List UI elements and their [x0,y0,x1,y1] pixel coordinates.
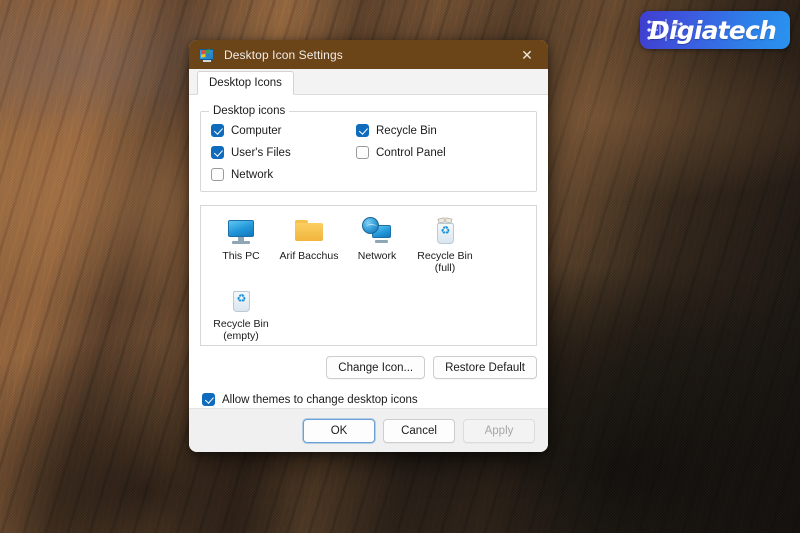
checkbox-users-files[interactable]: User's Files [211,146,356,159]
checkbox-control-panel-label: Control Panel [376,146,446,159]
groupbox-legend: Desktop icons [209,105,290,117]
change-icon-button[interactable]: Change Icon... [326,356,426,379]
preview-icon-label: Network [357,250,397,262]
preview-icon-label: This PC [222,250,260,262]
checkbox-users-files-label: User's Files [231,146,291,159]
preview-icon-user-folder[interactable]: Arif Bacchus [275,216,343,278]
ok-button[interactable]: OK [303,418,375,443]
allow-themes-checkbox[interactable]: Allow themes to change desktop icons [200,393,537,406]
desktop-icon-settings-dialog: Desktop Icon Settings ✕ Desktop Icons De… [189,40,548,452]
checkbox-control-panel-box[interactable] [356,146,369,159]
checkbox-recycle-bin-label: Recycle Bin [376,124,437,137]
digiatech-logo: Digiatech [640,11,790,49]
checkbox-recycle-bin[interactable]: Recycle Bin [356,124,526,137]
network-icon [361,216,393,248]
dialog-titlebar[interactable]: Desktop Icon Settings ✕ [189,40,548,69]
desktop-icons-groupbox: Desktop icons Computer Recycle Bin User'… [200,105,537,192]
preview-icon-recycle-bin-full[interactable]: ♻ Recycle Bin (full) [411,216,479,278]
desktop-settings-icon [199,47,215,63]
checkbox-network-label: Network [231,168,274,181]
preview-icon-label: Recycle Bin (full) [417,250,473,274]
checkbox-recycle-bin-box[interactable] [356,124,369,137]
dialog-content: Desktop icons Computer Recycle Bin User'… [189,95,548,408]
checkbox-computer-label: Computer [231,124,282,137]
user-folder-icon [293,216,325,248]
cancel-button[interactable]: Cancel [383,418,455,443]
this-pc-icon [225,216,257,248]
logo-wordmark: Digiatech [649,15,777,45]
preview-icon-this-pc[interactable]: This PC [207,216,275,278]
checkbox-network-box[interactable] [211,168,224,181]
recycle-bin-full-icon: ♻ [429,216,461,248]
allow-themes-label: Allow themes to change desktop icons [222,393,418,406]
icon-action-buttons: Change Icon... Restore Default [200,356,537,379]
allow-themes-checkbox-box[interactable] [202,393,215,406]
restore-default-button[interactable]: Restore Default [433,356,537,379]
tab-strip: Desktop Icons [189,69,548,95]
preview-icon-label: Recycle Bin (empty) [213,318,269,342]
preview-icon-recycle-bin-empty[interactable]: ♻ Recycle Bin (empty) [207,284,275,346]
dialog-title: Desktop Icon Settings [224,47,343,62]
desktop-icons-checkbox-grid: Computer Recycle Bin User's Files Contro… [211,124,526,181]
recycle-bin-empty-icon: ♻ [225,284,257,316]
checkbox-computer-box[interactable] [211,124,224,137]
preview-icon-label: Arif Bacchus [279,250,339,262]
dialog-footer: OK Cancel Apply [189,408,548,452]
icon-preview-pane[interactable]: This PC Arif Bacchus Network ♻ Recycle B… [200,205,537,346]
apply-button: Apply [463,418,535,443]
close-icon[interactable]: ✕ [506,40,548,69]
preview-icon-network[interactable]: Network [343,216,411,278]
checkbox-control-panel[interactable]: Control Panel [356,146,526,159]
tab-label: Desktop Icons [209,77,282,89]
tab-desktop-icons[interactable]: Desktop Icons [197,71,294,95]
checkbox-users-files-box[interactable] [211,146,224,159]
checkbox-network[interactable]: Network [211,168,356,181]
checkbox-computer[interactable]: Computer [211,124,356,137]
desktop-background: Digiatech Desktop Icon Settings ✕ Deskto… [0,0,800,533]
